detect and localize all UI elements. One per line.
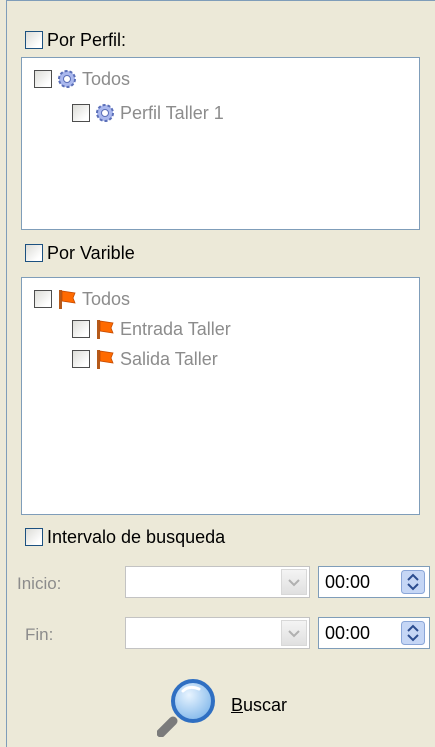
gear-icon [58, 70, 76, 88]
gear-icon [96, 104, 114, 122]
perfil-taller-1-checkbox[interactable] [72, 104, 90, 122]
perfil-todos-checkbox[interactable] [34, 70, 52, 88]
tree-node-label: Perfil Taller 1 [120, 102, 224, 123]
perfil-tree[interactable]: Todos Perfil Taller 1 [21, 57, 420, 230]
variable-todos-checkbox[interactable] [34, 290, 52, 308]
por-perfil-checkbox[interactable] [25, 31, 43, 49]
tree-node-salida-taller[interactable]: Salida Taller [72, 348, 218, 370]
buscar-button[interactable]: Buscar [157, 673, 287, 737]
por-perfil-label: Por Perfil: [47, 30, 127, 50]
intervalo-checkbox[interactable] [25, 528, 43, 546]
intervalo-checkbox-row[interactable]: Intervalo de busqueda [25, 528, 225, 546]
time-spinner-icon[interactable] [401, 570, 425, 594]
panel-top-edge [7, 1, 435, 13]
tree-node-entrada-taller[interactable]: Entrada Taller [72, 318, 231, 340]
chevron-down-icon [288, 579, 300, 587]
variable-tree[interactable]: Todos Entrada Taller Salida Taller [21, 277, 420, 515]
tree-node-label: Todos [82, 288, 131, 309]
fin-time-value: 00:00 [325, 622, 371, 643]
fin-date-select[interactable] [125, 617, 310, 649]
tree-node-label: Entrada Taller [120, 318, 231, 339]
time-spinner-icon[interactable] [401, 621, 425, 645]
buscar-label: Buscar [231, 694, 288, 715]
inicio-time-input[interactable]: 00:00 [318, 566, 430, 598]
fin-dropdown-button[interactable] [281, 620, 307, 646]
fin-time-input[interactable]: 00:00 [318, 617, 430, 649]
intervalo-label: Intervalo de busqueda [47, 527, 226, 547]
por-perfil-checkbox-row[interactable]: Por Perfil: [25, 31, 126, 49]
chevron-down-icon [288, 630, 300, 638]
tree-node-label: Todos [82, 68, 131, 89]
tree-node-perfil-taller-1[interactable]: Perfil Taller 1 [72, 102, 224, 124]
flag-icon [59, 290, 76, 309]
magnifier-icon [157, 679, 215, 737]
por-variable-checkbox[interactable] [25, 244, 43, 262]
flag-icon [97, 320, 114, 339]
salida-taller-checkbox[interactable] [72, 350, 90, 368]
fin-label: Fin: [25, 625, 54, 644]
inicio-dropdown-button[interactable] [281, 569, 307, 595]
inicio-date-select[interactable] [125, 566, 310, 598]
inicio-label: Inicio: [17, 574, 62, 593]
tree-node-variable-todos[interactable]: Todos [34, 288, 130, 310]
inicio-time-value: 00:00 [325, 571, 371, 592]
por-variable-checkbox-row[interactable]: Por Varible [25, 244, 135, 262]
tree-node-perfil-todos[interactable]: Todos [34, 68, 130, 90]
entrada-taller-checkbox[interactable] [72, 320, 90, 338]
por-variable-label: Por Varible [47, 243, 135, 263]
tree-node-label: Salida Taller [120, 348, 218, 369]
flag-icon [97, 350, 114, 369]
search-panel: Por Perfil: Todos Perfil Taller 1 Por Va… [6, 0, 435, 747]
